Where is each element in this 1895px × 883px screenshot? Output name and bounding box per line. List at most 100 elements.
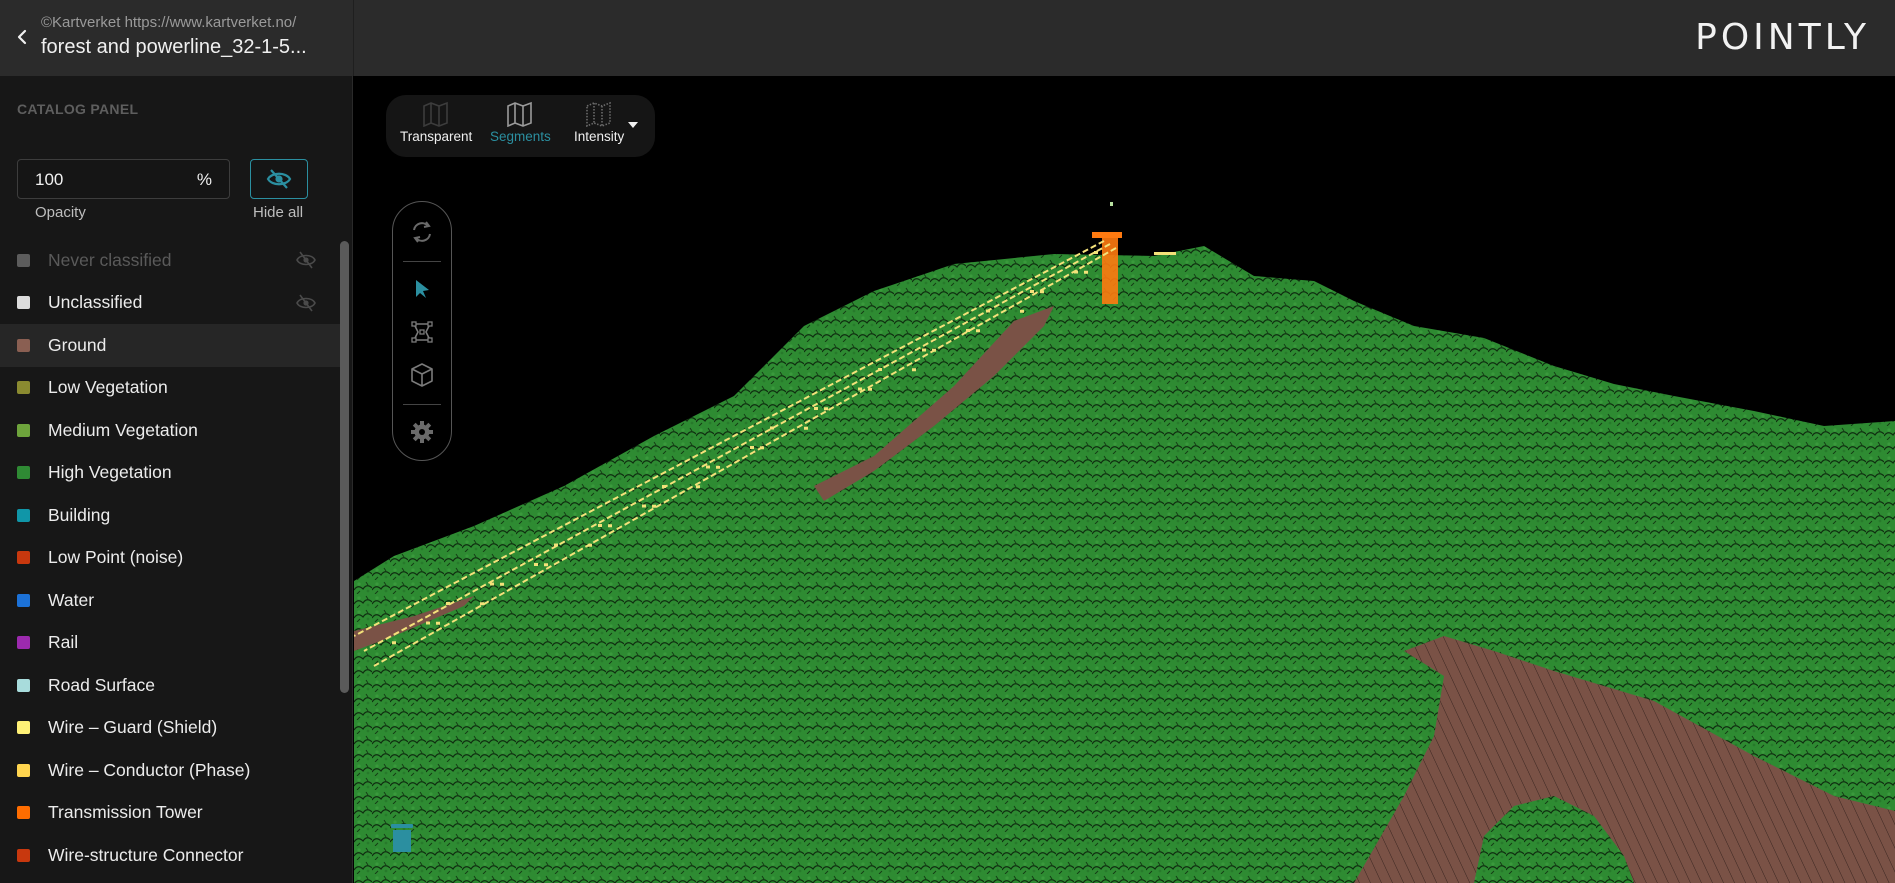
class-color-swatch[interactable] [17, 551, 30, 565]
class-color-swatch[interactable] [17, 593, 30, 607]
wire-point [912, 368, 916, 372]
opacity-label: Opacity [35, 204, 86, 221]
box-select-button[interactable] [393, 357, 451, 393]
opacity-field[interactable]: % [17, 159, 230, 199]
settings-button[interactable] [393, 414, 451, 450]
logo-text: POINTLY [1695, 16, 1870, 58]
class-row[interactable]: Water [0, 579, 340, 622]
caret-down-icon[interactable] [628, 122, 638, 128]
wire-point [588, 543, 592, 547]
back-button[interactable] [8, 22, 36, 52]
wire-point [392, 641, 396, 645]
mode-label: Intensity [574, 129, 625, 144]
visibility-toggle[interactable] [296, 251, 316, 269]
mode-label: Transparent [400, 129, 473, 144]
point-cloud-viewport[interactable]: Transparent Segments Intensity [354, 76, 1895, 883]
mode-transparent-button[interactable]: Transparent [400, 101, 472, 151]
class-row[interactable]: Low Point (noise) [0, 537, 340, 580]
tool-bar [392, 201, 452, 461]
polygon-select-button[interactable] [393, 314, 451, 350]
trash-button[interactable] [390, 823, 414, 853]
eye-off-icon [296, 294, 316, 312]
wire-point [1094, 251, 1098, 254]
wire-point [490, 582, 494, 586]
rotate-button[interactable] [393, 214, 451, 250]
cursor-icon [416, 280, 429, 298]
wire-point [1084, 270, 1088, 274]
class-label: Wire-structure Connector [48, 844, 244, 865]
class-color-swatch[interactable] [17, 296, 30, 310]
wire-point [662, 485, 666, 488]
class-color-swatch[interactable] [17, 678, 30, 692]
visibility-toggle[interactable] [296, 294, 316, 312]
class-row[interactable]: Building [0, 494, 340, 537]
class-row[interactable]: Medium Vegetation [0, 409, 340, 452]
class-color-swatch[interactable] [17, 721, 30, 735]
trash-icon [391, 824, 413, 852]
wire-point [770, 426, 774, 430]
class-label: Wire – Guard (Shield) [48, 717, 218, 738]
class-row[interactable]: Never classified [0, 239, 340, 282]
wire-point [480, 602, 484, 606]
wire-point [642, 504, 646, 508]
opacity-input[interactable] [35, 170, 175, 190]
wire-point [554, 543, 558, 547]
class-row[interactable]: Wire-structure Connector [0, 834, 340, 877]
wire-point [608, 524, 612, 528]
class-label: Water [48, 589, 95, 610]
wire-point [932, 348, 936, 352]
hide-all-label: Hide all [253, 204, 304, 221]
toolbar-separator [403, 404, 441, 405]
class-row[interactable]: Wire – Conductor (Phase) [0, 749, 340, 792]
toolbar-separator [403, 261, 441, 262]
class-color-swatch[interactable] [17, 423, 30, 437]
class-row[interactable]: Road Surface [0, 664, 340, 707]
wire-point [534, 563, 538, 566]
class-color-swatch[interactable] [17, 466, 30, 480]
wire-point [706, 465, 710, 469]
wire-point [824, 407, 828, 411]
class-color-swatch[interactable] [17, 848, 30, 862]
mode-segments-button[interactable]: Segments [490, 101, 551, 151]
sidebar-scrollbar[interactable] [340, 241, 349, 693]
cube-icon [411, 363, 433, 387]
class-row[interactable]: Ground [0, 324, 340, 367]
wire-point [1040, 290, 1044, 294]
class-label: Road Surface [48, 674, 156, 695]
wire-point [976, 329, 980, 333]
class-color-swatch[interactable] [17, 763, 30, 777]
class-label: Low Vegetation [48, 377, 168, 398]
class-color-swatch[interactable] [17, 338, 30, 352]
mode-intensity-button[interactable]: Intensity [574, 101, 624, 151]
class-color-swatch[interactable] [17, 806, 30, 820]
document-title: forest and powerline_32-1-5... [41, 36, 307, 58]
class-row[interactable]: Transmission Tower [0, 792, 340, 835]
point-cloud-scene[interactable] [354, 76, 1895, 883]
wire-point [500, 582, 504, 586]
class-color-swatch[interactable] [17, 636, 30, 650]
rotate-icon [413, 221, 431, 243]
wire-point [436, 621, 440, 625]
render-mode-bar: Transparent Segments Intensity [386, 95, 655, 157]
class-color-swatch[interactable] [17, 508, 30, 522]
select-button[interactable] [393, 271, 451, 307]
wire-point [750, 446, 754, 449]
panel-title: CATALOG PANEL [17, 101, 139, 117]
wire-point [814, 407, 818, 410]
class-row[interactable]: Unclassified [0, 282, 340, 325]
mode-label: Segments [490, 129, 551, 144]
class-color-swatch[interactable] [17, 253, 30, 267]
class-label: Ground [48, 334, 107, 355]
eye-off-icon [296, 251, 316, 269]
class-label: High Vegetation [48, 462, 172, 483]
wire-point [858, 387, 862, 391]
hide-all-button[interactable] [250, 159, 308, 199]
class-label: Low Point (noise) [48, 547, 184, 568]
class-row[interactable]: Rail [0, 622, 340, 665]
polygon-select-icon [411, 321, 433, 343]
wire-point [1030, 290, 1034, 293]
class-row[interactable]: Low Vegetation [0, 367, 340, 410]
class-row[interactable]: High Vegetation [0, 452, 340, 495]
class-row[interactable]: Wire – Guard (Shield) [0, 707, 340, 750]
class-color-swatch[interactable] [17, 381, 30, 395]
